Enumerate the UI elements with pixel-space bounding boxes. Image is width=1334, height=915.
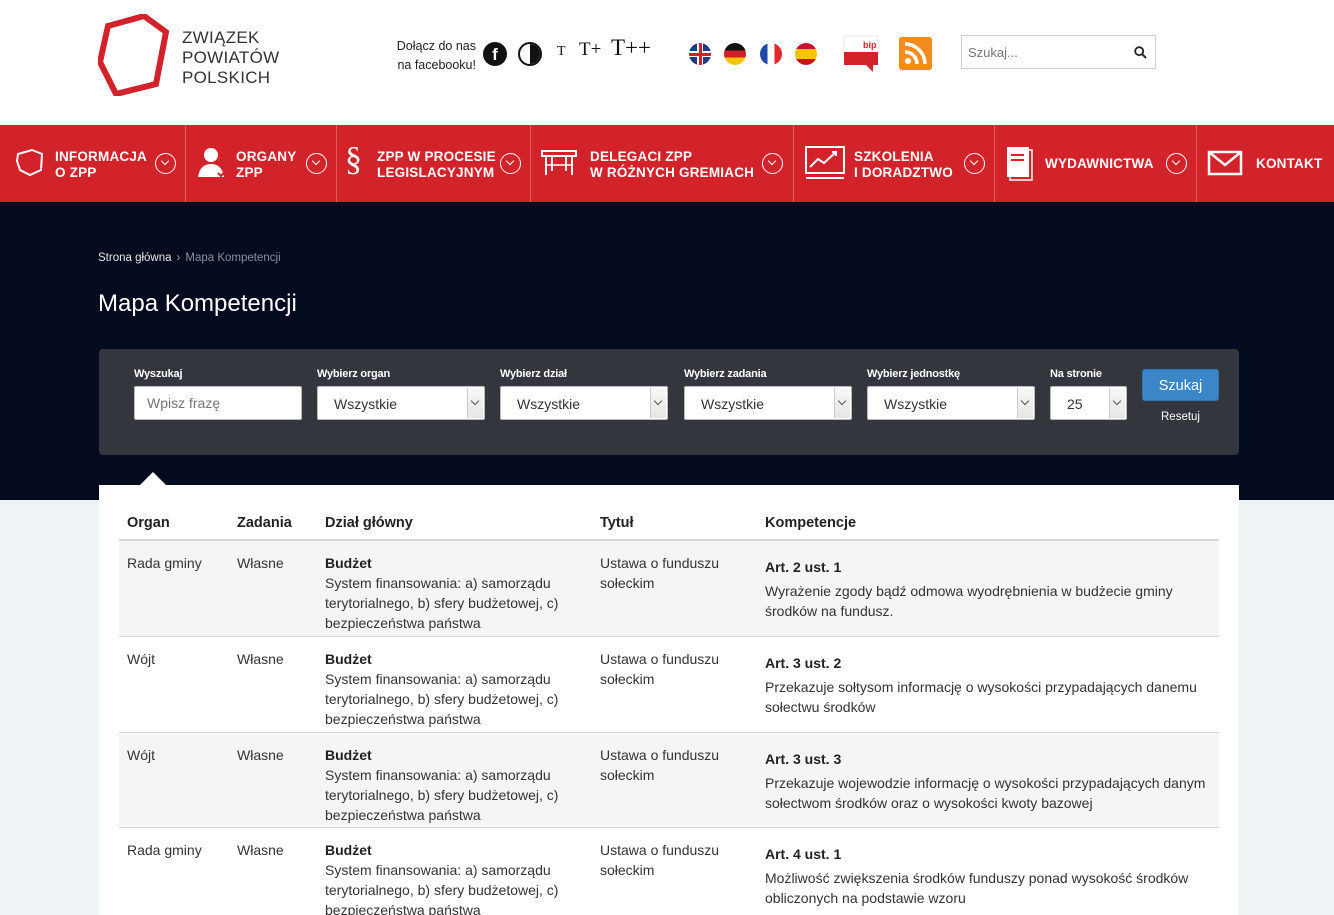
organ-select[interactable]: Wszystkie: [317, 386, 485, 420]
search-icon[interactable]: [1134, 46, 1147, 59]
fr-flag-icon[interactable]: [760, 43, 782, 65]
table-header: Organ Zadania Dział główny Tytuł Kompete…: [119, 485, 1219, 541]
column-header-organ[interactable]: Organ: [127, 515, 170, 531]
rss-icon[interactable]: [899, 37, 932, 70]
site-search: [961, 35, 1156, 69]
chevron-down-icon: [834, 388, 850, 418]
nav-item-organy[interactable]: ORGANY ZPP: [186, 125, 337, 202]
nav-item-delegaci[interactable]: DELEGACI ZPP W RÓŻNYCH GREMIACH: [531, 125, 794, 202]
bip-icon[interactable]: bip: [843, 35, 879, 73]
chevron-down-icon[interactable]: [306, 153, 327, 174]
filter-zadania: Wybierz zadania Wszystkie: [684, 368, 852, 420]
chevron-down-icon: [650, 388, 666, 418]
chevron-down-icon[interactable]: [1166, 153, 1187, 174]
main-nav: INFORMACJA O ZPP ORGANY ZPP § ZPP W PROCES…: [0, 125, 1334, 202]
table-icon: [541, 150, 577, 175]
competence-table: Organ Zadania Dział główny Tytuł Kompete…: [99, 485, 1239, 915]
breadcrumb-current: Mapa Kompetencji: [185, 252, 281, 264]
table-row[interactable]: Wójt Własne Budżet System finansowania: a…: [119, 637, 1219, 733]
svg-text:bip: bip: [863, 40, 877, 50]
nav-item-szkolenia[interactable]: SZKOLENIA I DORADZTWO: [794, 125, 995, 202]
nav-item-wydawnictwa[interactable]: WYDAWNICTWA: [995, 125, 1197, 202]
font-size-large-button[interactable]: T++: [611, 35, 651, 61]
table-row[interactable]: Rada gminy Własne Budżet System finansowa…: [119, 828, 1219, 915]
jednostka-select[interactable]: Wszystkie: [867, 386, 1035, 420]
facebook-invite[interactable]: Dołącz do nas na facebooku!: [384, 37, 476, 75]
filter-dzial: Wybierz dział Wszystkie: [500, 368, 668, 420]
reset-link[interactable]: Resetuj: [1142, 411, 1219, 423]
poland-map-icon: [15, 148, 44, 177]
filter-organ: Wybierz organ Wszystkie: [317, 368, 485, 420]
chevron-down-icon[interactable]: [500, 153, 521, 174]
column-header-zadania[interactable]: Zadania: [237, 515, 292, 531]
chevron-down-icon: [1017, 388, 1033, 418]
table-row[interactable]: Wójt Własne Budżet System finansowania: a…: [119, 733, 1219, 828]
font-size-small-button[interactable]: T: [557, 44, 566, 60]
envelope-icon: [1207, 150, 1243, 176]
de-flag-icon[interactable]: [724, 43, 746, 65]
filter-panel: Wyszukaj Wybierz organ Wszystkie Wybierz…: [99, 349, 1239, 455]
breadcrumb: Strona główna › Mapa Kompetencji: [98, 252, 281, 264]
paragraph-icon: §: [345, 141, 362, 178]
column-header-tytul[interactable]: Tytuł: [600, 515, 634, 531]
es-flag-icon[interactable]: [795, 43, 817, 65]
font-size-medium-button[interactable]: T+: [579, 39, 601, 61]
chevron-down-icon: [467, 388, 483, 418]
book-icon: [1007, 147, 1033, 181]
panel-notch: [140, 472, 166, 485]
chevron-down-icon[interactable]: [762, 153, 783, 174]
nav-item-kontakt[interactable]: KONTAKT: [1197, 125, 1334, 202]
dzial-select[interactable]: Wszystkie: [500, 386, 668, 420]
filter-jednostka: Wybierz jednostkę Wszystkie: [867, 368, 1035, 420]
nav-item-informacja[interactable]: INFORMACJA O ZPP: [0, 125, 186, 202]
search-button[interactable]: Szukaj: [1142, 369, 1219, 401]
chevron-down-icon[interactable]: [964, 153, 985, 174]
chevron-down-icon: [1109, 388, 1125, 418]
logo[interactable]: ZWIĄZEK POWIATÓW POLSKICH: [98, 14, 298, 96]
per-page-select[interactable]: 25: [1050, 386, 1127, 420]
chevron-down-icon[interactable]: [155, 153, 176, 174]
breadcrumb-home[interactable]: Strona główna: [98, 252, 172, 264]
filter-search: Wyszukaj: [134, 368, 302, 420]
search-phrase-input[interactable]: [135, 387, 301, 419]
facebook-icon[interactable]: f: [483, 42, 507, 66]
nav-item-legislacja[interactable]: § ZPP W PROCESIE LEGISLACYJNYM: [337, 125, 531, 202]
filter-per-page: Na stronie 25: [1050, 368, 1127, 420]
site-header: ZWIĄZEK POWIATÓW POLSKICH Dołącz do nas …: [0, 0, 1334, 125]
column-header-kompetencje[interactable]: Kompetencje: [765, 515, 856, 531]
user-icon: [198, 148, 228, 178]
page-title: Mapa Kompetencji: [98, 290, 297, 317]
logo-text: ZWIĄZEK POWIATÓW POLSKICH: [182, 28, 280, 87]
zadania-select[interactable]: Wszystkie: [684, 386, 852, 420]
logo-icon: [98, 14, 170, 96]
en-flag-icon[interactable]: [689, 43, 711, 65]
contrast-icon[interactable]: [518, 42, 542, 66]
column-header-dzial[interactable]: Dział główny: [325, 515, 413, 531]
site-search-input[interactable]: [962, 36, 1127, 68]
chart-board-icon: [805, 146, 845, 179]
table-row[interactable]: Rada gminy Własne Budżet System finansowa…: [119, 541, 1219, 637]
